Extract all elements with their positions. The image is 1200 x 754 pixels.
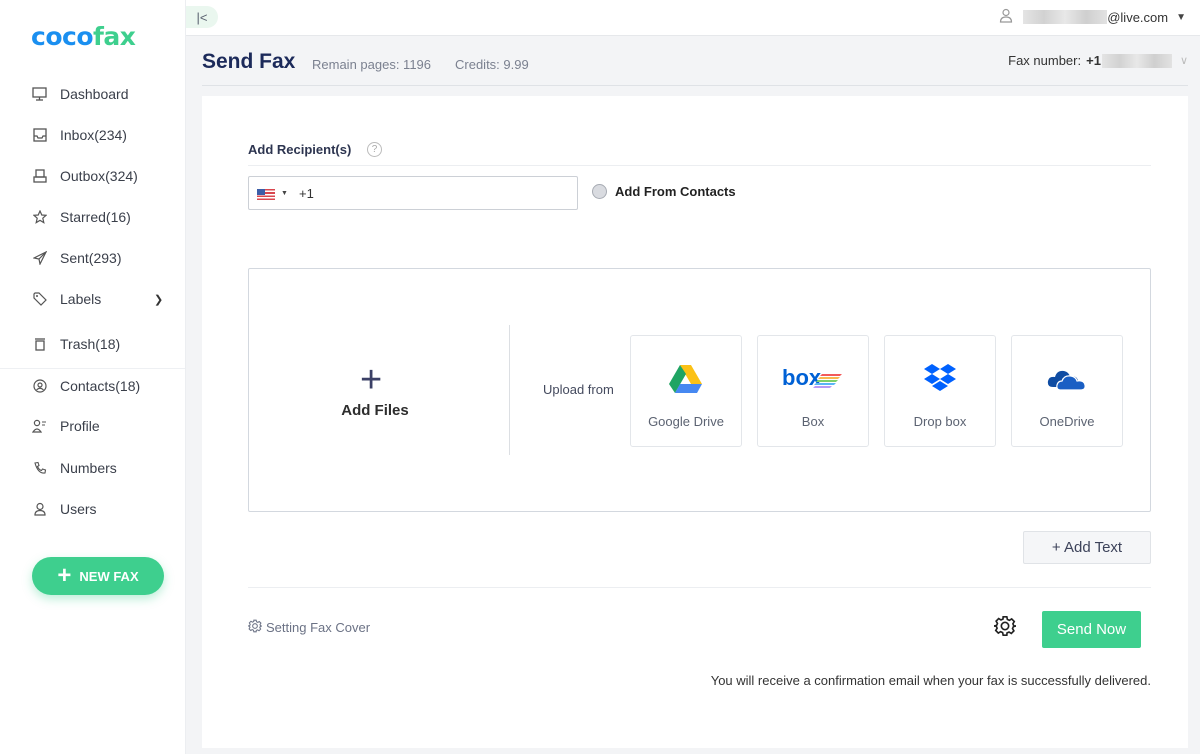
star-icon [32,210,47,225]
google-drive-button[interactable]: Google Drive [630,335,742,447]
collapse-icon: |< [196,9,208,25]
page-title: Send Fax [202,50,296,73]
onedrive-icon [1012,362,1122,396]
phone-icon [32,461,47,476]
plus-icon: + [57,562,72,589]
dropbox-icon [885,362,995,396]
divider [248,165,1151,166]
send-icon [32,251,47,266]
collapse-sidebar-button[interactable]: |< [186,6,218,28]
user-email: @live.com [1107,9,1169,25]
remain-pages: Remain pages: 1196 [312,57,432,72]
fax-number-selector[interactable]: Fax number: +1 ∨ [1008,53,1188,68]
tag-icon [32,292,47,307]
add-text-button[interactable]: + Add Text [1023,531,1151,564]
sidebar-item-starred[interactable]: Starred(16) [0,199,185,235]
sidebar-item-labels[interactable]: Labels ❯ [0,281,185,317]
sidebar-item-outbox[interactable]: Outbox(324) [0,158,185,194]
page-header: Send Fax Remain pages: 1196 Credits: 9.9… [202,36,1188,86]
sidebar-item-trash[interactable]: Trash(18) [0,326,185,362]
sidebar-item-inbox[interactable]: Inbox(234) [0,117,185,153]
gear-icon [247,619,263,636]
add-files-button[interactable]: + Add Files [249,269,509,513]
recipient-phone-input[interactable]: ▼ +1 [248,176,578,210]
redacted-fax-number [1101,53,1172,68]
sidebar-item-numbers[interactable]: Numbers [0,450,185,486]
confirmation-note: You will receive a confirmation email wh… [710,673,1151,688]
cocofax-logo[interactable]: cocofax [31,22,136,51]
gear-icon [993,616,1017,641]
help-icon[interactable]: ? [367,142,382,157]
inbox-icon [32,128,47,143]
chevron-down-icon: ▼ [1176,11,1186,23]
sidebar-item-sent[interactable]: Sent(293) [0,240,185,276]
top-bar: |< @live.com ▼ [186,0,1200,36]
google-drive-icon [631,362,741,396]
file-drop-zone[interactable]: + Add Files Upload from Google Drive box… [248,268,1151,512]
redacted-email [1023,10,1108,24]
credits: Credits: 9.99 [455,57,529,72]
divider [509,325,510,455]
divider [248,587,1151,588]
dropbox-button[interactable]: Drop box [884,335,996,447]
add-from-contacts-button[interactable]: Add From Contacts [592,184,736,199]
user-icon [999,8,1013,26]
recipients-label: Add Recipient(s) [248,142,352,157]
trash-icon [32,337,47,352]
user-menu[interactable]: @live.com ▼ [999,8,1186,26]
monitor-icon [32,87,47,102]
setting-fax-cover-link[interactable]: Setting Fax Cover [247,619,370,636]
profile-icon [32,419,47,434]
settings-gear-button[interactable] [993,615,1017,637]
sidebar-item-profile[interactable]: Profile [0,408,185,444]
send-now-button[interactable]: Send Now [1042,611,1141,648]
sidebar-item-users[interactable]: Users [0,491,185,527]
new-fax-button[interactable]: + NEW FAX [32,557,164,595]
outbox-icon [32,169,47,184]
send-fax-card: Add Recipient(s) ? ▼ +1 Add From Contact… [202,96,1188,748]
box-icon: box [758,362,868,396]
user-icon [32,502,47,517]
country-dropdown-caret[interactable]: ▼ [281,190,288,197]
contacts-icon [32,379,47,394]
sidebar-item-contacts[interactable]: Contacts(18) [0,368,185,404]
plus-icon: + [360,359,383,401]
contact-avatar-icon [592,184,607,199]
chevron-down-icon: ∨ [1179,55,1188,67]
sidebar: cocofax Dashboard Inbox(234) Outbox(324)… [0,0,186,754]
upload-from-label: Upload from [543,382,614,397]
chevron-down-icon[interactable]: ❯ [154,293,163,306]
sidebar-item-dashboard[interactable]: Dashboard [0,76,185,112]
onedrive-button[interactable]: OneDrive [1011,335,1123,447]
box-button[interactable]: box Box [757,335,869,447]
us-flag-icon[interactable] [257,189,275,200]
